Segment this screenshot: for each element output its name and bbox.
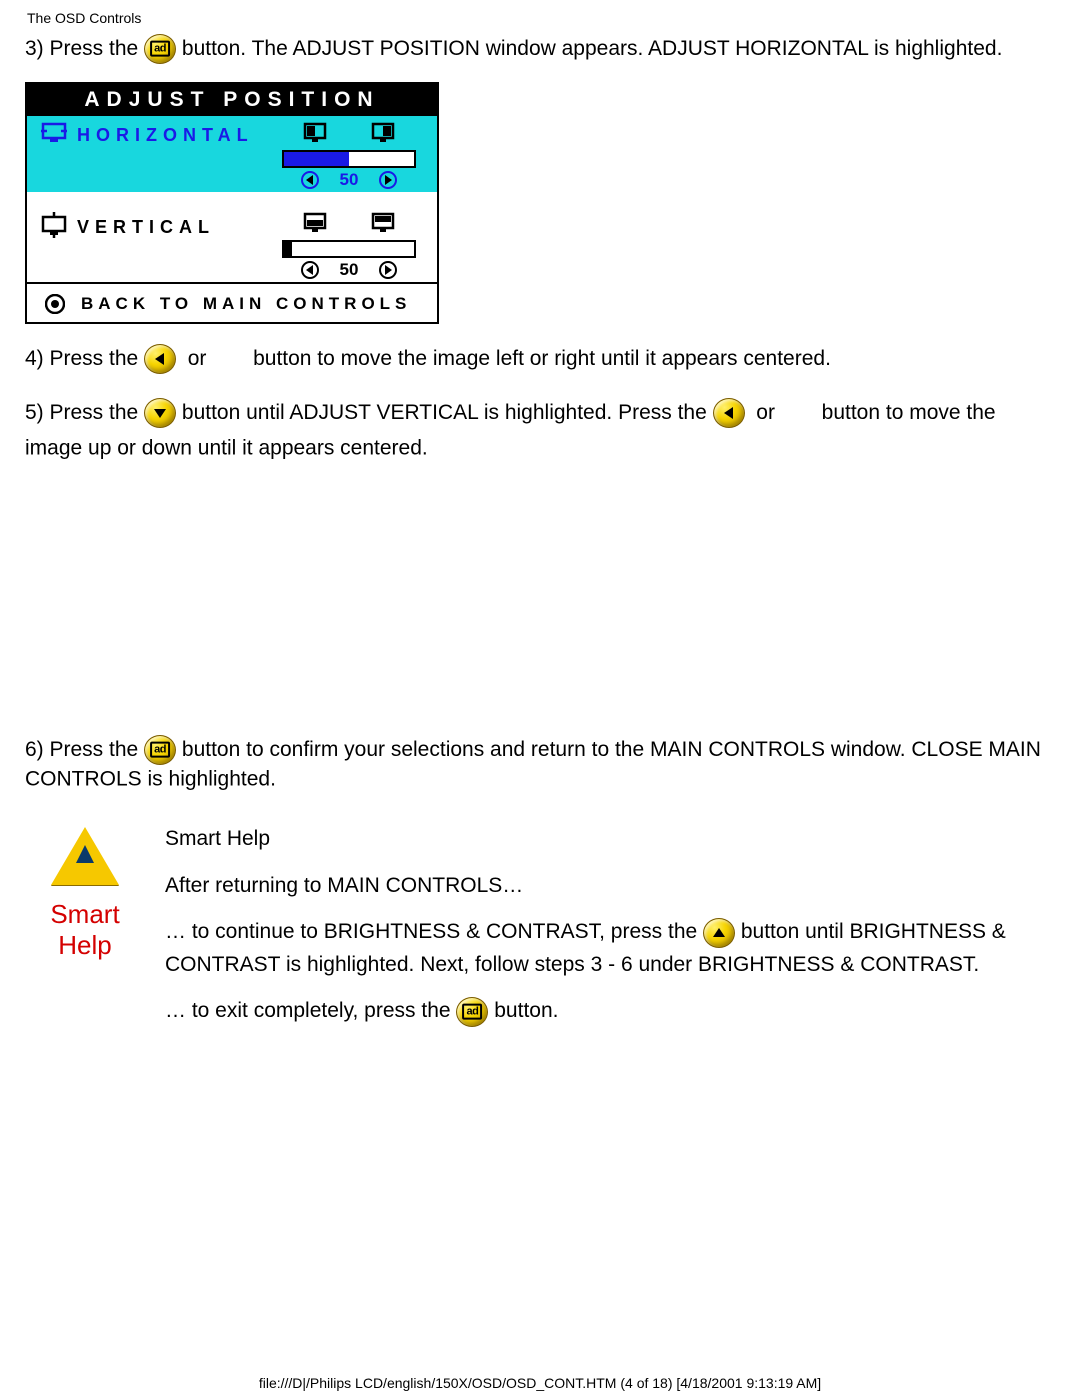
smart-help-line2: … to continue to BRIGHTNESS & CONTRAST, … bbox=[165, 916, 1055, 981]
horizontal-label: HORIZONTAL bbox=[77, 125, 254, 146]
step5-d: image up or down until it appears center… bbox=[25, 436, 428, 459]
vertical-bar bbox=[282, 240, 416, 258]
smart-help-block: SmartHelp Smart Help After returning to … bbox=[25, 823, 1055, 1042]
osd-footer-text: BACK TO MAIN CONTROLS bbox=[81, 294, 411, 314]
ok-icon: ad bbox=[456, 997, 488, 1027]
shift-up-icon bbox=[369, 212, 397, 234]
smart-help-line3: … to exit completely, press the ad butto… bbox=[165, 995, 1055, 1028]
vertical-value: 50 bbox=[340, 260, 359, 280]
osd-title: ADJUST POSITION bbox=[27, 84, 437, 116]
osd-row-vertical: VERTICAL 50 bbox=[27, 206, 437, 282]
step-4: 4) Press the or button to move the image… bbox=[25, 344, 1055, 374]
ok-icon: ad bbox=[144, 34, 176, 64]
left-button-icon bbox=[713, 398, 745, 428]
shift-left-icon bbox=[301, 122, 329, 144]
osd-footer: BACK TO MAIN CONTROLS bbox=[27, 282, 437, 322]
right-arrow-icon bbox=[378, 260, 398, 280]
step6-post: button to confirm your selections and re… bbox=[25, 737, 1041, 789]
osd-row-horizontal: HORIZONTAL 50 bbox=[27, 116, 437, 192]
sh-line3b: button. bbox=[494, 999, 558, 1022]
smart-help-label: SmartHelp bbox=[25, 899, 145, 961]
up-button-icon bbox=[703, 918, 735, 948]
step5-a: 5) Press the bbox=[25, 401, 144, 424]
back-icon bbox=[45, 294, 65, 314]
horizontal-value: 50 bbox=[340, 170, 359, 190]
shift-right-icon bbox=[369, 122, 397, 144]
shift-down-icon bbox=[301, 212, 329, 234]
vertical-label: VERTICAL bbox=[77, 217, 215, 238]
step6-pre: 6) Press the bbox=[25, 737, 144, 760]
step-6: 6) Press the ad button to confirm your s… bbox=[25, 735, 1055, 794]
step-5: 5) Press the button until ADJUST VERTICA… bbox=[25, 398, 1055, 428]
step5-c: or button to move the bbox=[750, 401, 995, 424]
vertical-icon bbox=[41, 212, 67, 243]
warning-icon bbox=[51, 827, 119, 885]
smart-help-line1: After returning to MAIN CONTROLS… bbox=[165, 870, 1055, 903]
ok-icon: ad bbox=[144, 735, 176, 765]
vertical-value-row: 50 bbox=[300, 260, 399, 280]
horizontal-bar bbox=[282, 150, 416, 168]
step4-mid: or button to move the image left or righ… bbox=[182, 347, 831, 370]
step5-b: button until ADJUST VERTICAL is highligh… bbox=[182, 401, 713, 424]
step5-d-line: image up or down until it appears center… bbox=[25, 434, 1055, 463]
sh-line3a: … to exit completely, press the bbox=[165, 999, 456, 1022]
right-arrow-icon bbox=[378, 170, 398, 190]
step4-pre: 4) Press the bbox=[25, 347, 138, 370]
step3-pre: 3) Press the bbox=[25, 37, 144, 60]
blank-space bbox=[25, 469, 1055, 729]
sh-line2a: … to continue to BRIGHTNESS & CONTRAST, … bbox=[165, 920, 703, 943]
page-header: The OSD Controls bbox=[27, 10, 1055, 26]
left-arrow-icon bbox=[300, 260, 320, 280]
horizontal-value-row: 50 bbox=[300, 170, 399, 190]
smart-help-title: Smart Help bbox=[165, 823, 1055, 856]
horizontal-icon bbox=[41, 122, 67, 149]
page-footer: file:///D|/Philips LCD/english/150X/OSD/… bbox=[0, 1375, 1080, 1391]
left-arrow-icon bbox=[300, 170, 320, 190]
step3-post: button. The ADJUST POSITION window appea… bbox=[182, 37, 1003, 60]
down-button-icon bbox=[144, 398, 176, 428]
osd-panel: ADJUST POSITION HORIZONTAL 50 bbox=[25, 82, 439, 324]
step-3: 3) Press the ad button. The ADJUST POSIT… bbox=[25, 34, 1055, 64]
left-button-icon bbox=[144, 344, 176, 374]
